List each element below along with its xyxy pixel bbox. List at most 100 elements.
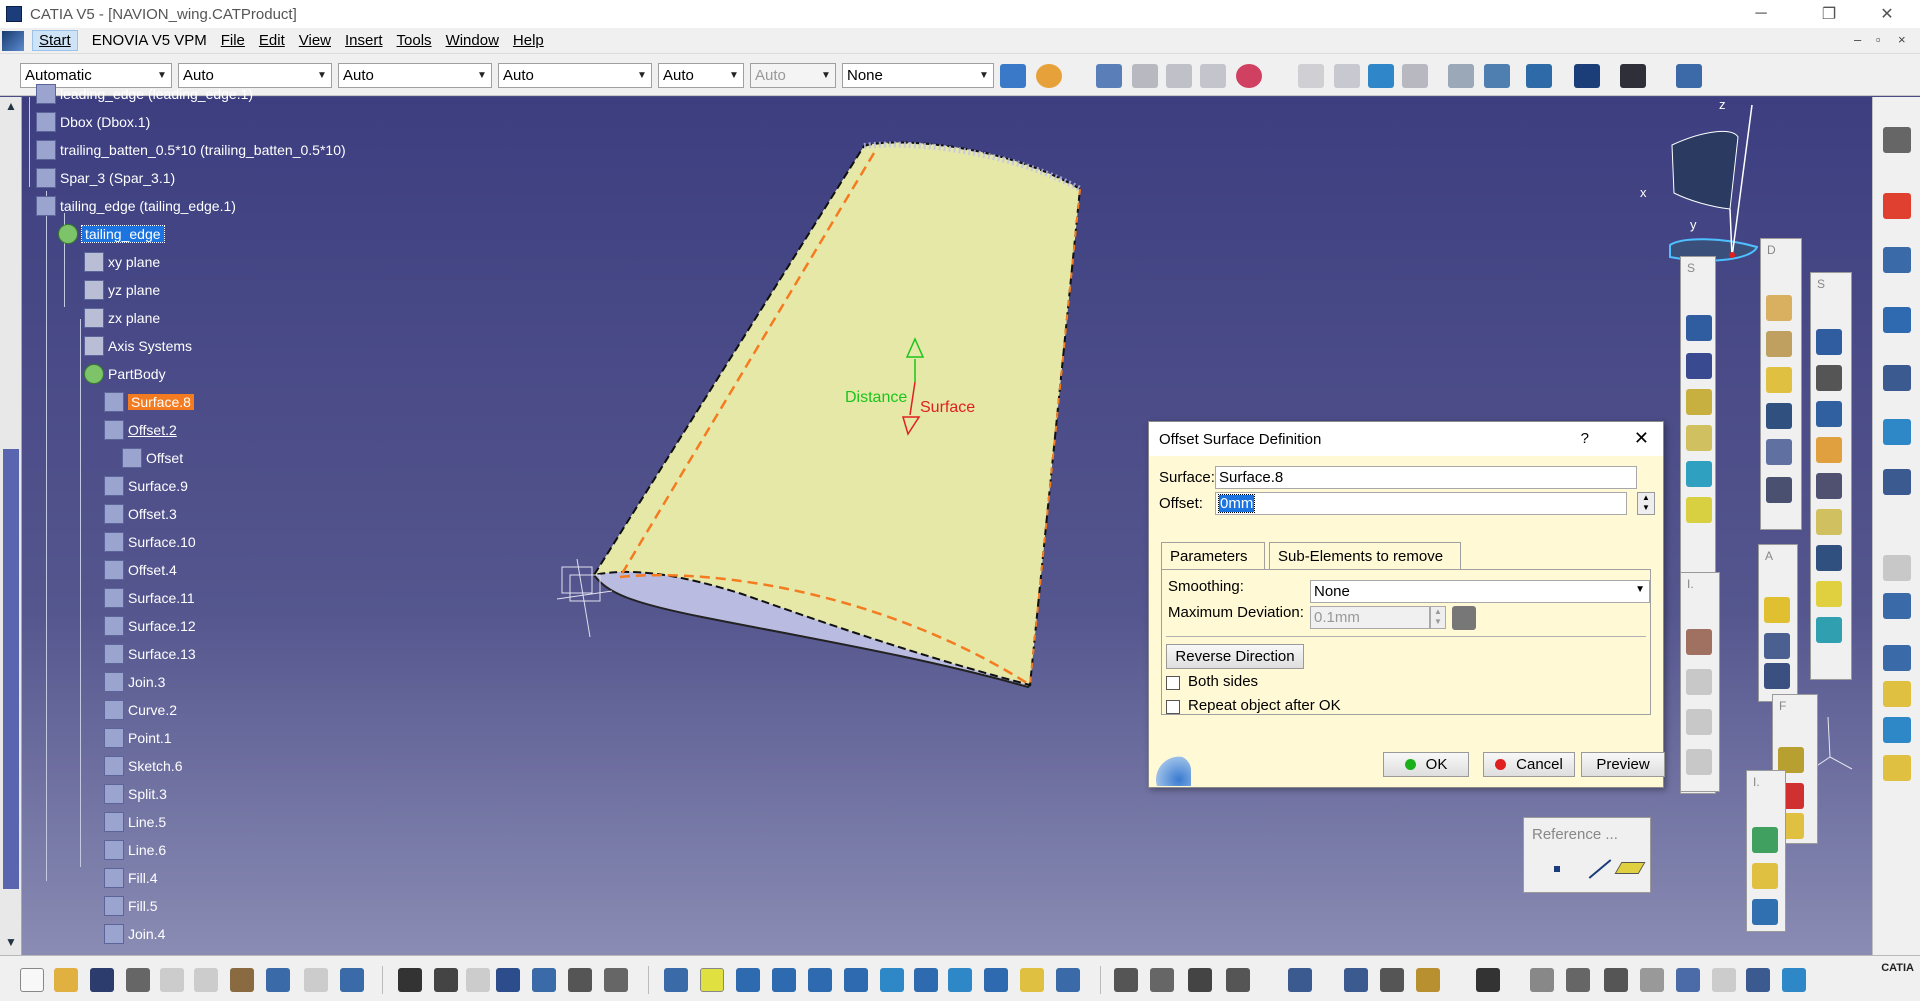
tree-node[interactable]: Fill.5 <box>104 895 158 917</box>
hand-icon[interactable] <box>1566 968 1590 992</box>
menu-tools[interactable]: Tools <box>397 32 432 49</box>
swap-space-icon[interactable] <box>1056 968 1080 992</box>
scroll-down-icon[interactable]: ▼ <box>3 935 19 951</box>
gear-icon[interactable] <box>1883 127 1911 153</box>
boolean-icon[interactable] <box>1883 307 1911 333</box>
tree-node[interactable]: zx plane <box>84 307 160 329</box>
tree-node[interactable]: Surface.11 <box>104 587 195 609</box>
formula-icon[interactable] <box>398 968 422 992</box>
tree-node[interactable]: tailing_edge <box>58 223 165 245</box>
tree-node[interactable]: Split.3 <box>104 783 167 805</box>
inertia-icon[interactable] <box>1226 968 1250 992</box>
menu-help[interactable]: Help <box>513 32 544 49</box>
layer-icon[interactable] <box>1676 968 1700 992</box>
fillet-icon[interactable] <box>1816 509 1842 535</box>
painter-icon[interactable] <box>1000 64 1026 88</box>
rotate-icon[interactable] <box>1816 581 1842 607</box>
undo-icon[interactable] <box>266 968 290 992</box>
menu-enovia[interactable]: ENOVIA V5 VPM <box>92 32 207 49</box>
measure-item-icon[interactable] <box>1188 968 1212 992</box>
cylinder-icon[interactable] <box>1816 473 1842 499</box>
list-icon[interactable] <box>604 968 628 992</box>
both-sides-checkbox[interactable] <box>1166 676 1180 690</box>
help-button[interactable]: ? <box>1581 430 1589 447</box>
normal-view-icon[interactable] <box>880 968 904 992</box>
menu-file[interactable]: File <box>221 32 245 49</box>
compass-icon[interactable]: z x y <box>1640 97 1759 262</box>
properties-icon[interactable] <box>1036 64 1062 88</box>
menu-start[interactable]: Start <box>32 30 78 51</box>
iso-view-icon[interactable] <box>948 968 972 992</box>
open-icon[interactable] <box>54 968 78 992</box>
tree-node[interactable]: Sketch.6 <box>104 755 182 777</box>
layer-combo[interactable]: None ▼ <box>842 63 994 88</box>
tree-node[interactable]: yz plane <box>84 279 160 301</box>
pcs-icon[interactable] <box>1883 193 1911 219</box>
constraint-icon[interactable] <box>1883 365 1911 391</box>
pattern-icon[interactable] <box>1686 629 1712 655</box>
extract-icon[interactable] <box>1766 477 1792 503</box>
eraser-icon[interactable] <box>1402 64 1428 88</box>
cancel-button[interactable]: Cancel <box>1483 752 1575 777</box>
copy-paste-icon[interactable] <box>1132 64 1158 88</box>
rule-icon[interactable] <box>1752 827 1778 853</box>
scale-icon[interactable] <box>1640 968 1664 992</box>
tree-node[interactable]: Point.1 <box>104 727 172 749</box>
pad-icon[interactable] <box>1883 645 1911 671</box>
tree-node[interactable]: trailing_batten_0.5*10 (trailing_batten_… <box>36 139 346 161</box>
publication-icon[interactable] <box>1288 968 1312 992</box>
spline-icon[interactable] <box>1334 64 1360 88</box>
print-icon[interactable] <box>126 968 150 992</box>
lock-icon[interactable] <box>568 968 592 992</box>
surface-icon[interactable] <box>1816 329 1842 355</box>
minimize-button[interactable]: ─ <box>1738 0 1784 28</box>
reaction-icon[interactable] <box>1752 899 1778 925</box>
surface-icon[interactable] <box>1883 681 1911 707</box>
rotation-icon[interactable] <box>1530 968 1554 992</box>
rotate-icon[interactable] <box>772 968 796 992</box>
tree-node[interactable]: Surface.8 <box>104 391 194 413</box>
tree-icon[interactable] <box>1746 968 1770 992</box>
translate-icon[interactable] <box>1816 545 1842 571</box>
zoom-in-icon[interactable] <box>808 968 832 992</box>
paste-icon[interactable] <box>230 968 254 992</box>
table-icon[interactable] <box>1574 64 1600 88</box>
doc-close-button[interactable]: × <box>1898 32 1906 47</box>
analysis-icon[interactable] <box>1236 64 1262 88</box>
menu-insert[interactable]: Insert <box>345 32 383 49</box>
param-icon[interactable] <box>532 968 556 992</box>
tree-node[interactable]: Join.4 <box>104 923 165 945</box>
tree-node[interactable]: Line.6 <box>104 839 166 861</box>
material-icon[interactable] <box>1416 968 1440 992</box>
cylinder-icon[interactable] <box>1764 597 1790 623</box>
offset-icon[interactable] <box>1686 353 1712 379</box>
options-icon[interactable] <box>1114 968 1138 992</box>
symmetry-icon[interactable] <box>1816 617 1842 643</box>
line-thickness-combo[interactable]: Auto ▼ <box>338 63 492 88</box>
offset-spinner[interactable]: ▲ ▼ <box>1637 492 1655 515</box>
dialog-close-button[interactable]: ✕ <box>1634 428 1649 449</box>
plane-icon[interactable] <box>1614 862 1646 874</box>
body-icon[interactable] <box>1883 593 1911 619</box>
measure-icon[interactable] <box>1448 64 1474 88</box>
cut-icon[interactable] <box>160 968 184 992</box>
scroll-up-icon[interactable]: ▲ <box>3 99 19 115</box>
preview-button[interactable]: Preview <box>1581 752 1665 777</box>
line-icon[interactable] <box>1588 859 1612 879</box>
zoom-out-icon[interactable] <box>844 968 868 992</box>
snap-icon[interactable] <box>1883 469 1911 495</box>
axis-icon[interactable] <box>1604 968 1628 992</box>
sweep-icon[interactable] <box>1686 389 1712 415</box>
blend-icon[interactable] <box>1686 497 1712 523</box>
fill-icon[interactable] <box>1686 425 1712 451</box>
tree-node[interactable]: Offset.4 <box>104 559 177 581</box>
enovia-icon[interactable] <box>1676 64 1702 88</box>
tree-node[interactable]: Join.3 <box>104 671 165 693</box>
formula-icon[interactable] <box>1620 64 1646 88</box>
measure-between-icon[interactable] <box>1150 968 1174 992</box>
tree-node[interactable]: leading_edge (leading_edge.1) <box>36 83 253 105</box>
repeat-object-checkbox[interactable] <box>1166 700 1180 714</box>
shading-icon[interactable] <box>984 968 1008 992</box>
tree-node[interactable]: Spar_3 (Spar_3.1) <box>36 167 175 189</box>
point-symbol-combo[interactable]: Auto ▼ <box>658 63 744 88</box>
